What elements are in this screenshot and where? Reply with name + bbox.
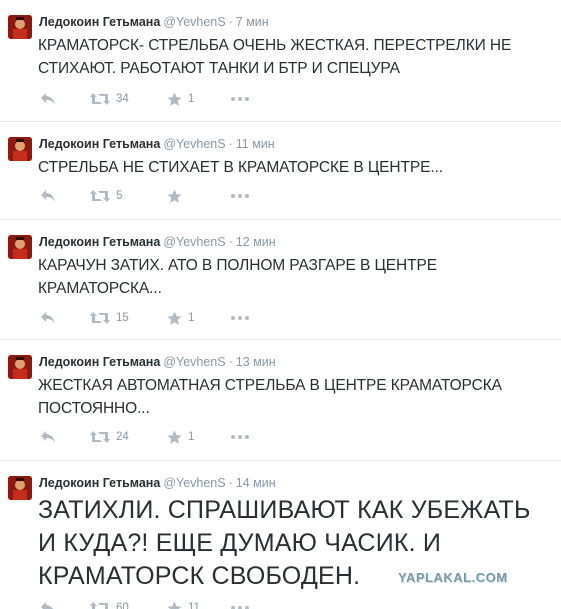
more-dots-icon <box>231 97 249 101</box>
reply-button[interactable] <box>40 600 56 609</box>
avatar[interactable] <box>8 137 32 161</box>
more-button[interactable] <box>230 429 250 445</box>
tweet-text: СТРЕЛЬБА НЕ СТИХАЕТ В КРАМАТОРСКЕ В ЦЕНТ… <box>38 159 443 176</box>
star-icon <box>167 430 182 444</box>
reply-button[interactable] <box>40 310 56 326</box>
timestamp[interactable]: 12 мин <box>236 235 276 249</box>
favorite-button[interactable]: 1 <box>167 310 194 326</box>
user-handle[interactable]: @YevhenS <box>163 235 225 249</box>
separator-dot: · <box>228 15 233 29</box>
separator-dot: · <box>228 355 233 369</box>
favorite-count: 1 <box>188 93 195 105</box>
user-name[interactable]: Ледокоин Гетьмана <box>39 15 160 29</box>
user-handle[interactable]: @YevhenS <box>163 137 225 151</box>
tweet-text: ЖЕСТКАЯ АВТОМАТНАЯ СТРЕЛЬБА В ЦЕНТРЕ КРА… <box>38 377 502 417</box>
reply-arrow-icon <box>41 312 55 324</box>
tweet: Ледокоин Гетьмана @YevhenS · 14 мин ЗАТИХЛИ… <box>0 461 561 609</box>
user-handle[interactable]: @YevhenS <box>163 15 225 29</box>
tweet-header: Ледокоин Гетьмана @YevhenS · 11 мин <box>39 136 275 152</box>
timestamp[interactable]: 13 мин <box>236 355 276 369</box>
reply-button[interactable] <box>40 91 56 107</box>
tweet: Ледокоин Гетьмана @YevhenS · 13 мин ЖЕСТКАЯ… <box>0 340 561 461</box>
favorite-button[interactable]: 1 <box>167 429 194 445</box>
user-name[interactable]: Ледокоин Гетьмана <box>39 235 160 249</box>
reply-button[interactable] <box>40 188 56 204</box>
favorite-button[interactable]: 11 <box>167 600 200 609</box>
more-dots-icon <box>231 194 249 198</box>
reply-button[interactable] <box>40 429 56 445</box>
retweet-icon <box>90 190 110 202</box>
user-name[interactable]: Ледокоин Гетьмана <box>39 137 160 151</box>
retweet-button[interactable]: 24 <box>90 429 129 445</box>
separator-dot: · <box>228 476 233 490</box>
favorite-button[interactable] <box>167 188 188 204</box>
retweet-button[interactable]: 34 <box>90 91 129 107</box>
timestamp[interactable]: 11 мин <box>236 137 275 151</box>
favorite-button[interactable]: 1 <box>167 91 194 107</box>
avatar[interactable] <box>8 15 32 39</box>
retweet-count: 60 <box>116 602 129 609</box>
reply-arrow-icon <box>41 602 54 609</box>
more-button[interactable] <box>230 600 250 609</box>
tweet-header: Ледокоин Гетьмана @YevhenS · 13 мин <box>39 354 276 370</box>
retweet-button[interactable]: 5 <box>90 188 122 204</box>
timestamp[interactable]: 7 мин <box>236 15 269 29</box>
retweet-button[interactable]: 15 <box>90 310 129 326</box>
user-name[interactable]: Ледокоин Гетьмана <box>39 476 160 490</box>
user-handle[interactable]: @YevhenS <box>163 355 225 369</box>
more-button[interactable] <box>230 310 250 326</box>
avatar[interactable] <box>8 235 32 259</box>
tweet-header: Ледокоин Гетьмана @YevhenS · 12 мин <box>39 234 276 250</box>
star-icon <box>167 189 182 203</box>
more-dots-icon <box>231 435 249 439</box>
favorite-count: 11 <box>188 602 200 609</box>
star-icon <box>167 311 182 325</box>
favorite-count: 1 <box>188 431 195 443</box>
retweet-icon <box>90 602 108 609</box>
avatar[interactable] <box>8 355 32 379</box>
separator-dot: · <box>228 235 233 249</box>
retweet-button[interactable]: 60 <box>90 600 129 609</box>
avatar[interactable] <box>8 476 32 500</box>
tweet: Ледокоин Гетьмана @YevhenS · 7 мин КРАМАТОР… <box>0 0 561 122</box>
star-icon <box>167 601 182 609</box>
tweet-header: Ледокоин Гетьмана @YevhenS · 7 мин <box>39 14 269 30</box>
timestamp[interactable]: 14 мин <box>236 476 276 490</box>
reply-arrow-icon <box>41 190 55 202</box>
user-handle[interactable]: @YevhenS <box>163 476 225 490</box>
retweet-icon <box>90 93 110 105</box>
tweet: Ледокоин Гетьмана @YevhenS · 11 мин СТРЕЛЬБ… <box>0 122 561 220</box>
retweet-count: 34 <box>116 93 129 105</box>
retweet-icon <box>90 431 110 443</box>
watermark: YAPLAKAL.COM <box>398 570 508 585</box>
retweet-icon <box>90 312 110 324</box>
favorite-count: 1 <box>188 312 195 324</box>
more-dots-icon <box>231 316 249 320</box>
tweet: Ледокоин Гетьмана @YevhenS · 12 мин КАРАЧУН… <box>0 220 561 340</box>
separator-dot: · <box>228 137 233 151</box>
retweet-count: 5 <box>116 190 123 202</box>
retweet-count: 24 <box>116 431 129 443</box>
star-icon <box>167 92 182 106</box>
user-name[interactable]: Ледокоин Гетьмана <box>39 355 160 369</box>
reply-arrow-icon <box>41 93 55 105</box>
tweet-text: КАРАЧУН ЗАТИХ. АТО В ПОЛНОМ РАЗГАРЕ В ЦЕ… <box>38 257 437 297</box>
more-button[interactable] <box>230 91 250 107</box>
tweet-text: КРАМАТОРСК- СТРЕЛЬБА ОЧЕНЬ ЖЕСТКАЯ. ПЕРЕ… <box>38 37 512 77</box>
tweet-header: Ледокоин Гетьмана @YevhenS · 14 мин <box>39 475 276 491</box>
reply-arrow-icon <box>41 431 55 443</box>
more-button[interactable] <box>230 188 250 204</box>
more-dots-icon <box>231 606 249 609</box>
retweet-count: 15 <box>116 312 129 324</box>
